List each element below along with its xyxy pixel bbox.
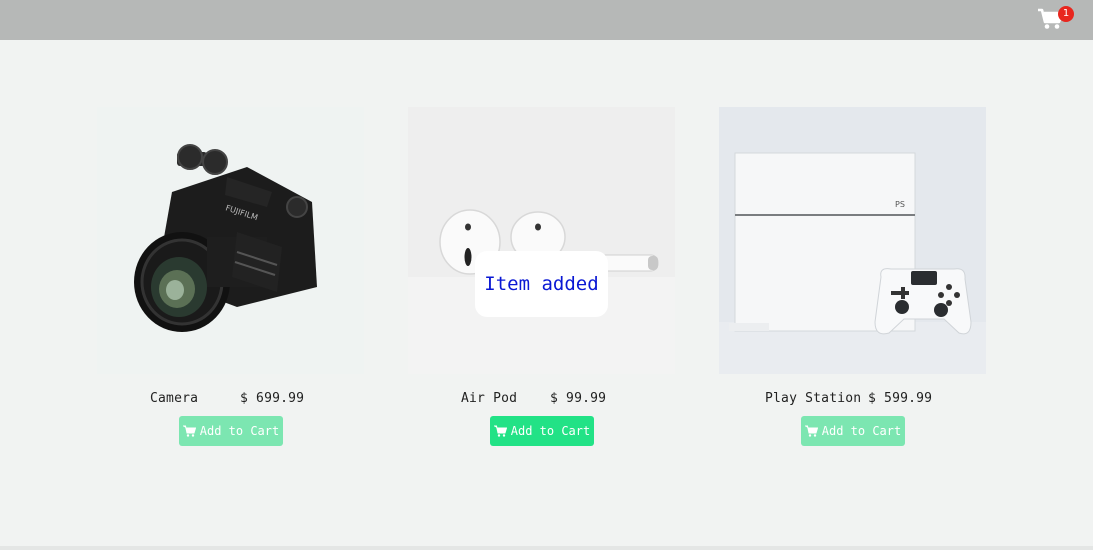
add-to-cart-button[interactable]: Add to Cart — [801, 416, 905, 446]
add-to-cart-button[interactable]: Add to Cart — [490, 416, 594, 446]
product-price: $ 99.99 — [550, 391, 607, 406]
product-info: Camera $ 699.99 — [97, 391, 364, 409]
product-price: $ 599.99 — [868, 391, 933, 406]
top-nav-bar: 1 — [0, 0, 1093, 40]
cart-button[interactable]: 1 — [1036, 6, 1076, 36]
camera-image: FUJIFILM — [97, 107, 364, 374]
product-name: Play Station — [765, 391, 862, 406]
item-added-toast: Item added — [475, 251, 608, 317]
product-info: Air Pod $ 99.99 — [408, 391, 675, 409]
product-name: Camera — [150, 391, 199, 406]
cart-plus-icon — [182, 425, 196, 437]
product-info: Play Station $ 599.99 — [719, 391, 986, 409]
airpods-image — [408, 107, 675, 374]
product-price: $ 699.99 — [240, 391, 305, 406]
svg-text:PS: PS — [895, 200, 905, 209]
product-name: Air Pod — [461, 391, 518, 406]
cart-plus-icon — [804, 425, 818, 437]
add-to-cart-label: Add to Cart — [510, 424, 591, 438]
add-to-cart-label: Add to Cart — [821, 424, 902, 438]
footer-divider — [0, 546, 1093, 550]
add-to-cart-label: Add to Cart — [199, 424, 280, 438]
add-to-cart-button[interactable]: Add to Cart — [179, 416, 283, 446]
cart-count-badge: 1 — [1058, 6, 1074, 22]
cart-plus-icon — [493, 425, 507, 437]
playstation-image: PS — [719, 107, 986, 374]
